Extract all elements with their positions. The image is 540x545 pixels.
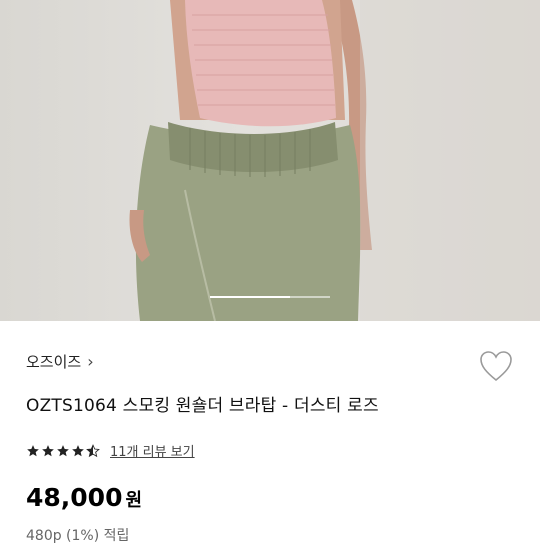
star-half-icon: [86, 443, 100, 457]
price: 48,000 원: [26, 483, 142, 512]
chevron-right-icon: ›: [87, 352, 94, 371]
star-rating: [26, 443, 100, 458]
star-icon: [57, 444, 69, 456]
product-image[interactable]: [0, 0, 540, 321]
product-photo-illustration: [129, 0, 540, 321]
reward-points: 480p (1%) 적립: [26, 528, 130, 544]
product-info-panel: 오즈이즈 › OZTS1064 스모킹 원숄더 브라탑 - 더스티 로즈 11개…: [0, 321, 540, 544]
star-icon: [72, 444, 84, 456]
price-amount: 48,000: [26, 483, 123, 512]
carousel-indicator[interactable]: [210, 296, 330, 298]
brand-name[interactable]: 오즈이즈: [26, 351, 81, 372]
smocked-top: [185, 0, 336, 127]
star-icon: [27, 444, 39, 456]
heart-outline-icon[interactable]: [478, 349, 514, 383]
brand-link[interactable]: 오즈이즈 ›: [26, 351, 94, 372]
product-title: OZTS1064 스모킹 원숄더 브라탑 - 더스티 로즈: [26, 396, 379, 416]
reviews-link[interactable]: 11개 리뷰 보기: [110, 441, 195, 460]
price-currency: 원: [125, 490, 143, 511]
waistband: [168, 122, 338, 172]
rating-row: 11개 리뷰 보기: [26, 441, 195, 460]
star-icon: [42, 444, 54, 456]
carousel-indicator-progress: [210, 296, 291, 298]
